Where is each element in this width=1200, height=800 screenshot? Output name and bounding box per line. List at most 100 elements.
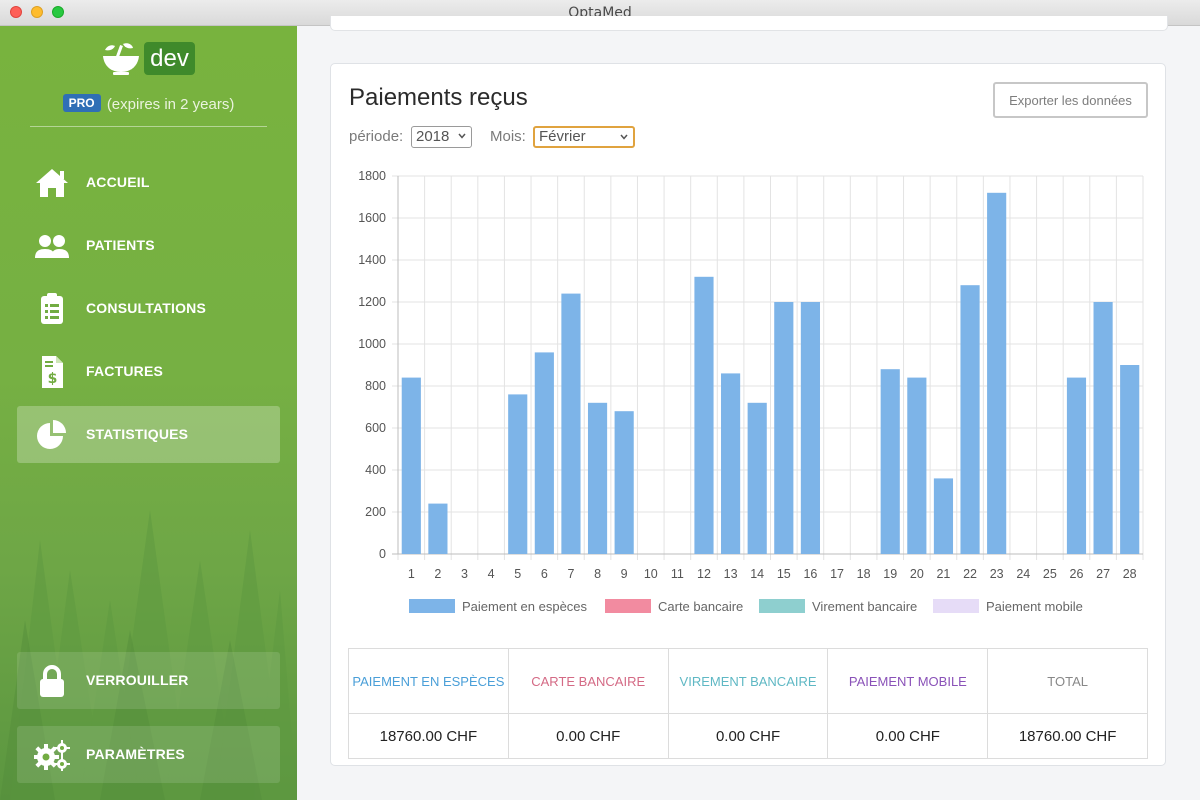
y-tick-label: 400 — [365, 463, 386, 477]
bar — [508, 394, 528, 554]
sidebar-item-accueil[interactable]: ACCUEIL — [17, 154, 280, 211]
bar — [933, 478, 954, 554]
x-tick-label: 4 — [488, 567, 495, 581]
home-icon — [36, 169, 68, 197]
sidebar-item-verrouiller[interactable]: VERROUILLER — [17, 652, 280, 709]
bar — [987, 192, 1007, 555]
bar — [774, 302, 794, 554]
period-select[interactable]: 2018 — [411, 126, 472, 148]
summary-header-transfer: Virement bancaire — [667, 648, 829, 714]
x-tick-label: 7 — [567, 567, 574, 581]
previous-card-edge — [330, 16, 1168, 31]
pie-chart-icon — [37, 420, 66, 449]
bar — [1066, 377, 1087, 554]
license-info: PRO (expires in 2 years) — [0, 94, 297, 113]
summary-values-row: 18760.00 CHF 0.00 CHF 0.00 CHF 0.00 CHF … — [348, 713, 1148, 759]
x-tick-label: 13 — [724, 567, 738, 581]
gears-icon — [34, 740, 70, 771]
bar — [960, 285, 980, 554]
lock-icon — [40, 665, 64, 697]
pro-badge: PRO — [62, 94, 101, 112]
legend-label: Virement bancaire — [812, 599, 917, 614]
sidebar-item-parametres[interactable]: PARAMÈTRES — [17, 726, 280, 783]
x-tick-label: 14 — [750, 567, 764, 581]
legend-label: Paiement en espèces — [462, 599, 588, 614]
x-tick-label: 3 — [461, 567, 468, 581]
y-tick-label: 1200 — [358, 295, 386, 309]
clipboard-icon — [41, 293, 63, 324]
x-tick-label: 2 — [434, 567, 441, 581]
y-tick-label: 1800 — [358, 169, 386, 183]
sidebar-item-statistiques[interactable]: STATISTIQUES — [17, 406, 280, 463]
x-tick-label: 18 — [857, 567, 871, 581]
x-tick-label: 17 — [830, 567, 844, 581]
month-select-value: Février — [539, 128, 586, 145]
sidebar-item-label: STATISTIQUES — [86, 426, 189, 442]
summary-header-cash: Paiement en espèces — [348, 648, 509, 714]
y-tick-label: 200 — [365, 505, 386, 519]
mortar-bowl-icon — [103, 43, 139, 75]
y-tick-label: 0 — [379, 547, 386, 561]
legend-label: Carte bancaire — [658, 599, 743, 614]
x-tick-label: 20 — [910, 567, 924, 581]
bar — [800, 302, 820, 554]
summary-header-total: Total — [987, 648, 1148, 714]
chevron-down-icon — [620, 134, 628, 140]
legend-swatch — [933, 599, 979, 613]
x-tick-label: 10 — [644, 567, 658, 581]
legend-swatch — [759, 599, 805, 613]
period-label: période: — [349, 128, 404, 145]
x-tick-label: 23 — [990, 567, 1004, 581]
bar — [721, 373, 741, 554]
summary-value-transfer: 0.00 CHF — [667, 713, 829, 759]
sidebar-item-label: PATIENTS — [86, 237, 155, 253]
summary-value-card: 0.00 CHF — [507, 713, 669, 759]
x-tick-label: 21 — [936, 567, 950, 581]
x-tick-label: 5 — [514, 567, 521, 581]
bar — [880, 369, 900, 554]
y-tick-label: 1600 — [358, 211, 386, 225]
summary-header-mobile: Paiement mobile — [827, 648, 989, 714]
legend-label: Paiement mobile — [986, 599, 1083, 614]
month-label: Mois: — [490, 128, 526, 145]
summary-table: Paiement en espèces Carte bancaire Virem… — [348, 648, 1148, 759]
bar — [614, 411, 634, 554]
export-data-button[interactable]: Exporter les données — [993, 82, 1148, 118]
x-tick-label: 8 — [594, 567, 601, 581]
bar — [428, 503, 448, 554]
users-icon — [35, 235, 69, 258]
month-select[interactable]: Février — [533, 126, 635, 148]
legend-swatch — [409, 599, 455, 613]
y-tick-label: 800 — [365, 379, 386, 393]
summary-header-card: Carte bancaire — [507, 648, 669, 714]
x-tick-label: 15 — [777, 567, 791, 581]
sidebar-item-consultations[interactable]: CONSULTATIONS — [17, 280, 280, 337]
summary-value-mobile: 0.00 CHF — [827, 713, 989, 759]
sidebar-item-label: VERROUILLER — [86, 672, 189, 688]
svg-text:$: $ — [48, 371, 58, 387]
summary-value-cash: 18760.00 CHF — [348, 713, 509, 759]
sidebar-item-label: ACCUEIL — [86, 174, 150, 190]
sidebar-item-label: CONSULTATIONS — [86, 300, 207, 316]
summary-value-total: 18760.00 CHF — [987, 713, 1148, 759]
main-content: Paiements reçus Exporter les données pér… — [297, 16, 1200, 800]
x-tick-label: 26 — [1070, 567, 1084, 581]
sidebar-item-label: PARAMÈTRES — [86, 746, 185, 762]
bar — [1120, 365, 1140, 554]
x-tick-label: 22 — [963, 567, 977, 581]
sidebar-item-factures[interactable]: $ FACTURES — [17, 343, 280, 400]
payments-bar-chart: 0200400600800100012001400160018001 2 3 4 5 6 7… — [358, 169, 1144, 614]
x-tick-label: 19 — [883, 567, 897, 581]
bar — [907, 377, 927, 554]
sidebar-item-patients[interactable]: PATIENTS — [17, 217, 280, 274]
x-tick-label: 25 — [1043, 567, 1057, 581]
payments-card: Paiements reçus Exporter les données pér… — [330, 63, 1166, 766]
chevron-down-icon — [458, 133, 466, 139]
bar — [534, 352, 554, 554]
x-tick-label: 11 — [671, 567, 684, 581]
bar — [747, 402, 767, 554]
card-title: Paiements reçus — [349, 84, 528, 111]
x-tick-label: 1 — [408, 567, 415, 581]
sidebar: dev PRO (expires in 2 years) ACCUEIL PAT… — [0, 26, 297, 800]
summary-header-row: Paiement en espèces Carte bancaire Virem… — [348, 648, 1148, 714]
